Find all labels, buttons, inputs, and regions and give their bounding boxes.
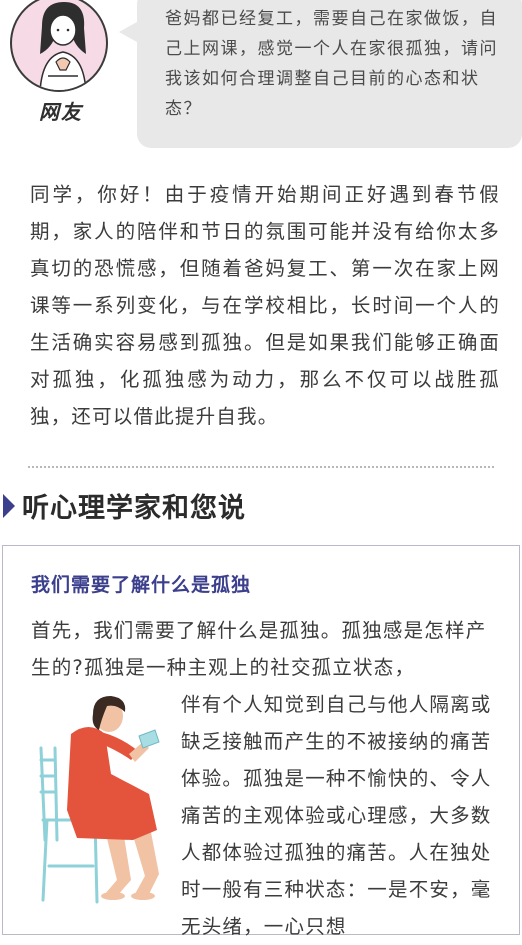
card-body: 首先，我们需要了解什么是孤独。孤独感是怎样产生的?孤独是一种主观上的社交孤立状态… bbox=[31, 612, 499, 945]
section-title: 听心理学家和您说 bbox=[22, 493, 246, 524]
user-label: 网友 bbox=[39, 100, 83, 124]
card-wrapped-text: 伴有个人知觉到自己与他人隔离或缺乏接触而产生的不被接纳的痛苦体验。孤独是一种不愉… bbox=[181, 693, 492, 938]
card-lead-text: 首先，我们需要了解什么是孤独。孤独感是怎样产生的?孤独是一种主观上的社交孤立状态… bbox=[31, 619, 487, 679]
section-header: 听心理学家和您说 bbox=[0, 482, 522, 530]
question-block: 网友 爸妈都已经复工，需要自己在家做饭，自己上网课，感觉一个人在家很孤独，请问我… bbox=[0, 0, 522, 160]
answer-paragraph: 同学，你好！由于疫情开始期间正好遇到春节假期，家人的陪伴和节日的氛围可能并没有给… bbox=[30, 183, 500, 428]
question-bubble: 爸妈都已经复工，需要自己在家做饭，自己上网课，感觉一个人在家很孤独，请问我该如何… bbox=[119, 0, 522, 148]
triangle-bullet-icon bbox=[3, 494, 15, 518]
card-title: 我们需要了解什么是孤独 bbox=[31, 574, 252, 596]
girl-drinking-illustration bbox=[39, 696, 160, 904]
user-avatar bbox=[10, 0, 108, 92]
question-text: 爸妈都已经复工，需要自己在家做饭，自己上网课，感觉一个人在家很孤独，请问我该如何… bbox=[165, 9, 498, 119]
girl-avatar-icon bbox=[39, 2, 87, 90]
info-card: 我们需要了解什么是孤独 首先，我们需要了解什么是孤独。孤独感是怎样产生的?孤独是… bbox=[2, 545, 520, 938]
dotted-divider bbox=[28, 466, 494, 468]
